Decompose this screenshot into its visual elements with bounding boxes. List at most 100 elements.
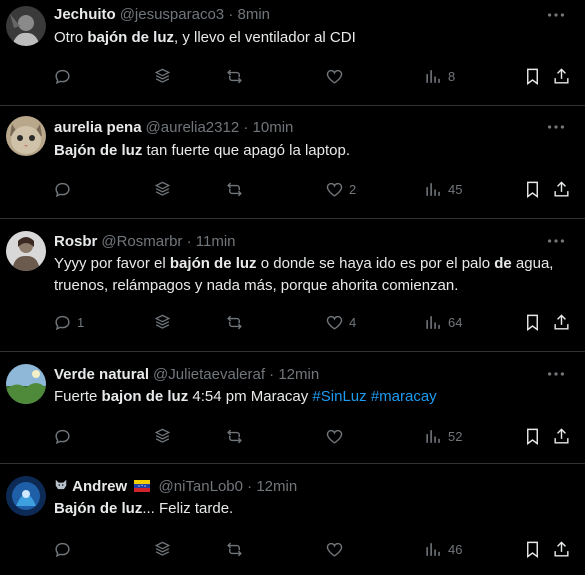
like-count: 4 <box>349 314 357 330</box>
share-button[interactable] <box>552 537 571 561</box>
bookmark-button[interactable] <box>523 310 542 334</box>
display-name[interactable]: aurelia pena <box>54 119 142 136</box>
like-button[interactable] <box>325 64 349 88</box>
grok-button[interactable] <box>153 310 172 334</box>
share-button[interactable] <box>552 64 571 88</box>
retweet-button[interactable] <box>225 64 244 88</box>
like-button[interactable] <box>325 537 349 561</box>
view-count: 64 <box>448 314 463 330</box>
venezuela-flag-icon <box>134 478 151 492</box>
views-button[interactable]: 8 <box>424 64 455 88</box>
stack-icon <box>154 181 171 196</box>
stack-icon <box>154 314 171 329</box>
grok-button[interactable] <box>153 177 172 201</box>
tweet[interactable]: Andrew @niTanLob0 · 12min Bajón de luz..… <box>0 464 585 575</box>
views-icon <box>426 69 440 83</box>
more-icon[interactable] <box>545 363 567 385</box>
more-icon[interactable] <box>545 230 567 252</box>
tweet-header: Jechuito @jesusparaco3 · 8min <box>54 5 545 25</box>
bookmark-icon <box>527 541 538 558</box>
views-button[interactable]: 52 <box>424 424 462 448</box>
tweet[interactable]: Verde natural @Julietaevaleraf · 12min Fu… <box>0 352 585 464</box>
avatar[interactable] <box>6 231 46 271</box>
like-button[interactable]: 2 <box>325 177 356 201</box>
bookmark-button[interactable] <box>523 64 542 88</box>
timestamp[interactable]: 8min <box>237 6 270 23</box>
stack-icon <box>154 428 171 443</box>
avatar[interactable] <box>6 364 46 404</box>
grok-button[interactable] <box>153 537 172 561</box>
text-segment: o donde se haya ido es por el palo <box>256 255 495 272</box>
view-count: 45 <box>448 181 463 197</box>
retweet-button[interactable] <box>225 177 244 201</box>
like-button[interactable]: 4 <box>325 310 356 334</box>
reply-button[interactable] <box>53 424 77 448</box>
retweet-icon <box>227 542 242 556</box>
tweet[interactable]: aurelia pena @aurelia2312 · 10min Bajón d… <box>0 106 585 219</box>
timestamp[interactable]: 12min <box>256 478 297 495</box>
reply-button[interactable] <box>53 537 77 561</box>
tweet[interactable]: Jechuito @jesusparaco3 · 8min Otro bajón … <box>0 0 585 106</box>
bookmark-icon <box>527 428 538 445</box>
grok-button[interactable] <box>153 64 172 88</box>
user-handle[interactable]: @aurelia2312 <box>146 119 240 136</box>
share-icon <box>554 540 569 557</box>
tweet-actions: 1 4 64 <box>0 310 585 334</box>
retweet-button[interactable] <box>225 424 244 448</box>
bookmark-button[interactable] <box>523 424 542 448</box>
avatar[interactable] <box>6 476 46 516</box>
timestamp[interactable]: 11min <box>196 233 236 250</box>
display-name[interactable]: Verde natural <box>54 366 149 383</box>
hashtag-link[interactable]: #SinLuz <box>312 388 366 405</box>
tweet-text: Yyyy por favor el bajón de luz o donde s… <box>54 253 571 297</box>
like-button[interactable] <box>325 424 349 448</box>
retweet-button[interactable] <box>225 310 244 334</box>
user-handle[interactable]: @Julietaevaleraf <box>153 366 265 383</box>
grok-button[interactable] <box>153 424 172 448</box>
avatar[interactable] <box>6 6 46 46</box>
user-handle[interactable]: @Rosmarbr <box>101 233 182 250</box>
heart-icon <box>326 429 343 444</box>
bookmark-button[interactable] <box>523 177 542 201</box>
text-segment: tan fuerte que apagó la laptop. <box>142 142 351 159</box>
share-button[interactable] <box>552 424 571 448</box>
display-name[interactable]: Rosbr <box>54 233 97 250</box>
display-name[interactable]: Jechuito <box>54 6 116 23</box>
tweet-text: Otro bajón de luz, y llevo el ventilador… <box>54 27 571 49</box>
retweet-button[interactable] <box>225 537 244 561</box>
heart-icon <box>326 542 343 557</box>
display-name[interactable]: Andrew <box>72 478 127 495</box>
views-button[interactable]: 45 <box>424 177 462 201</box>
timeline-feed: Jechuito @jesusparaco3 · 8min Otro bajón … <box>0 0 585 575</box>
reply-button[interactable] <box>53 64 77 88</box>
separator: · <box>228 6 234 23</box>
text-segment: , y llevo el ventilador al CDI <box>174 29 356 46</box>
views-icon <box>426 182 440 196</box>
tweet-actions: 2 45 <box>0 177 585 201</box>
user-handle[interactable]: @jesusparaco3 <box>120 6 224 23</box>
separator: · <box>186 233 192 250</box>
hashtag-link[interactable]: #maracay <box>371 388 437 405</box>
share-button[interactable] <box>552 177 571 201</box>
views-button[interactable]: 64 <box>424 310 462 334</box>
like-count: 2 <box>349 181 357 197</box>
tweet[interactable]: Rosbr @Rosmarbr · 11min Yyyy por favor el… <box>0 219 585 352</box>
retweet-icon <box>227 315 242 329</box>
text-segment: ... Feliz tarde. <box>142 500 234 517</box>
timestamp[interactable]: 12min <box>278 366 319 383</box>
tweet-actions: 8 <box>0 64 585 88</box>
timestamp[interactable]: 10min <box>253 119 294 136</box>
views-button[interactable]: 46 <box>424 537 462 561</box>
reply-button[interactable]: 1 <box>53 310 84 334</box>
reply-count: 1 <box>77 314 85 330</box>
user-handle[interactable]: @niTanLob0 <box>159 478 243 495</box>
share-button[interactable] <box>552 310 571 334</box>
more-icon[interactable] <box>545 116 567 138</box>
bookmark-button[interactable] <box>523 537 542 561</box>
tweet-text: Bajón de luz tan fuerte que apagó la lap… <box>54 140 571 162</box>
reply-button[interactable] <box>53 177 77 201</box>
avatar[interactable] <box>6 116 46 156</box>
more-icon[interactable] <box>545 4 567 26</box>
tweet-text: Bajón de luz... Feliz tarde. <box>54 498 571 520</box>
stack-icon <box>154 541 171 556</box>
